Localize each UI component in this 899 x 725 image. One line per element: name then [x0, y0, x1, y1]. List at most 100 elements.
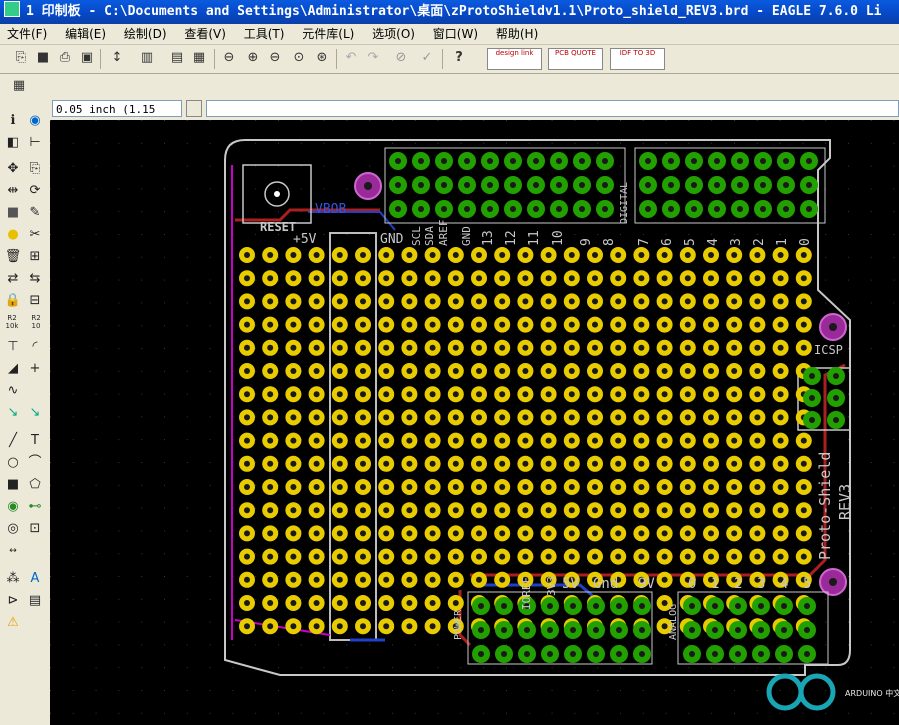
meander-icon[interactable]: ∿ [4, 382, 22, 400]
zoom-in-icon[interactable]: ⊕ [244, 49, 262, 67]
zoom-out-icon[interactable]: ⊖ [266, 49, 284, 67]
grid-icon[interactable]: ▦ [10, 77, 28, 95]
zoom-redraw-icon[interactable]: ⊙ [290, 49, 308, 67]
cut-icon[interactable]: ✂ [26, 226, 44, 244]
route-icon[interactable]: + [26, 360, 44, 378]
menu-tools[interactable]: 工具(T) [237, 24, 292, 44]
erc-icon[interactable]: ⊳ [4, 592, 22, 610]
idf-to-3d-button[interactable]: IDF TO 3D [610, 48, 665, 70]
header-pin-hole [501, 627, 507, 633]
menu-draw[interactable]: 绘制(D) [117, 24, 174, 44]
help-icon[interactable]: ? [450, 49, 468, 67]
pad-hole [290, 553, 297, 560]
hole-icon[interactable]: ◎ [4, 520, 22, 538]
add-icon[interactable]: ⊞ [26, 248, 44, 266]
mirror-icon[interactable]: ⇹ [4, 182, 22, 200]
pad-hole [568, 414, 575, 421]
show-icon[interactable]: ◉ [26, 112, 44, 130]
ripup-icon[interactable]: ↘ [4, 404, 22, 422]
autoroute-icon[interactable]: ↘ [26, 404, 44, 422]
wire-icon[interactable]: ╱ [4, 432, 22, 450]
change-icon[interactable]: ✎ [26, 204, 44, 222]
errors-icon[interactable]: ⚠ [4, 614, 22, 632]
pcb-board[interactable]: RESET +5V VBOB GND SCL SDA AREF GND DIGI… [50, 120, 899, 725]
menu-edit[interactable]: 编辑(E) [58, 24, 113, 44]
polygon-icon[interactable]: ⬠ [26, 476, 44, 494]
cam-icon[interactable]: ▣ [78, 49, 96, 67]
board-switch-icon[interactable]: ↕ [108, 49, 126, 67]
header-pin-hole [395, 158, 401, 164]
pad-hole [313, 623, 320, 630]
split-icon[interactable]: ⊤ [4, 338, 22, 356]
optimize-icon[interactable]: ◢ [4, 360, 22, 378]
pad-hole [592, 530, 598, 537]
display-icon[interactable]: ◧ [4, 134, 22, 152]
signal-icon[interactable]: ⊷ [26, 498, 44, 516]
redo-icon[interactable]: ↷ [364, 49, 382, 67]
command-history-button[interactable] [186, 100, 202, 117]
header-pin-hole [593, 651, 599, 657]
menu-window[interactable]: 窗口(W) [426, 24, 485, 44]
ratsnest-icon[interactable]: ⁂ [4, 570, 22, 588]
board-canvas[interactable]: RESET +5V VBOB GND SCL SDA AREF GND DIGI… [50, 120, 899, 725]
attribute-icon[interactable]: ⊡ [26, 520, 44, 538]
header-pin-hole [645, 158, 651, 164]
drc-icon[interactable]: ▤ [26, 592, 44, 610]
arc-icon[interactable]: ⌒ [26, 454, 44, 472]
copy-icon[interactable]: ⎘ [26, 160, 44, 178]
open-icon[interactable]: ⎘ [12, 49, 30, 67]
save-icon[interactable]: ■ [34, 49, 52, 67]
command-input[interactable] [206, 100, 899, 117]
pad-hole [684, 484, 691, 490]
undo-icon[interactable]: ↶ [342, 49, 360, 67]
name-icon[interactable]: R2 10k [2, 314, 22, 332]
miter-icon[interactable]: ◜ [26, 338, 44, 356]
mark-icon[interactable]: ⊢ [26, 134, 44, 152]
header-pin-hole [806, 158, 812, 164]
rect-icon[interactable]: ■ [4, 476, 22, 494]
pad-hole [360, 275, 366, 282]
header-pin-hole [556, 158, 562, 164]
via-icon[interactable]: ◉ [4, 498, 22, 516]
zoom-fit-icon[interactable]: ⊖ [220, 49, 238, 67]
paste-icon[interactable]: ● [4, 226, 22, 244]
text-icon[interactable]: T [26, 432, 44, 450]
toolbar-separator [336, 49, 337, 69]
replace-icon[interactable]: ⇄ [4, 270, 22, 288]
menu-file[interactable]: 文件(F) [0, 24, 54, 44]
pad-hole [360, 414, 366, 421]
smash-icon[interactable]: ⊟ [26, 292, 44, 310]
pad-hole [476, 321, 482, 328]
pad-hole [522, 252, 529, 258]
print-icon[interactable]: ⎙ [56, 49, 74, 67]
pad-hole [545, 252, 552, 258]
menu-help[interactable]: 帮助(H) [489, 24, 545, 44]
header-pin-hole [616, 651, 622, 657]
info-icon[interactable]: ℹ [4, 112, 22, 130]
zoom-select-icon[interactable]: ⊛ [313, 49, 331, 67]
pad-hole [313, 275, 320, 282]
layer-icon[interactable]: ▦ [190, 49, 208, 67]
script-icon[interactable]: ▤ [168, 49, 186, 67]
move-icon[interactable]: ✥ [4, 160, 22, 178]
pcb-quote-button[interactable]: PCB QUOTE [548, 48, 603, 70]
lock-icon[interactable]: 🔒 [4, 292, 22, 310]
pinswap-icon[interactable]: ⇆ [26, 270, 44, 288]
circle-icon[interactable]: ○ [4, 454, 22, 472]
auto-icon[interactable]: A [26, 570, 44, 588]
dimension-icon[interactable]: ↔ [4, 542, 22, 560]
pad-hole [452, 530, 459, 537]
group-icon[interactable]: ■ [4, 204, 22, 222]
ulp-icon[interactable]: ▥ [138, 49, 156, 67]
design-link-button[interactable]: design link [487, 48, 542, 70]
menu-view[interactable]: 查看(V) [177, 24, 233, 44]
menu-library[interactable]: 元件库(L) [295, 24, 361, 44]
stop-icon[interactable]: ⊘ [392, 49, 410, 67]
value-icon[interactable]: R2 10 [26, 314, 46, 332]
rotate-icon[interactable]: ⟳ [26, 182, 44, 200]
pad-hole [615, 414, 622, 421]
go-icon[interactable]: ✓ [418, 49, 436, 67]
pad-hole [383, 344, 390, 351]
delete-icon[interactable]: 🗑 [4, 248, 22, 266]
menu-options[interactable]: 选项(O) [365, 24, 422, 44]
